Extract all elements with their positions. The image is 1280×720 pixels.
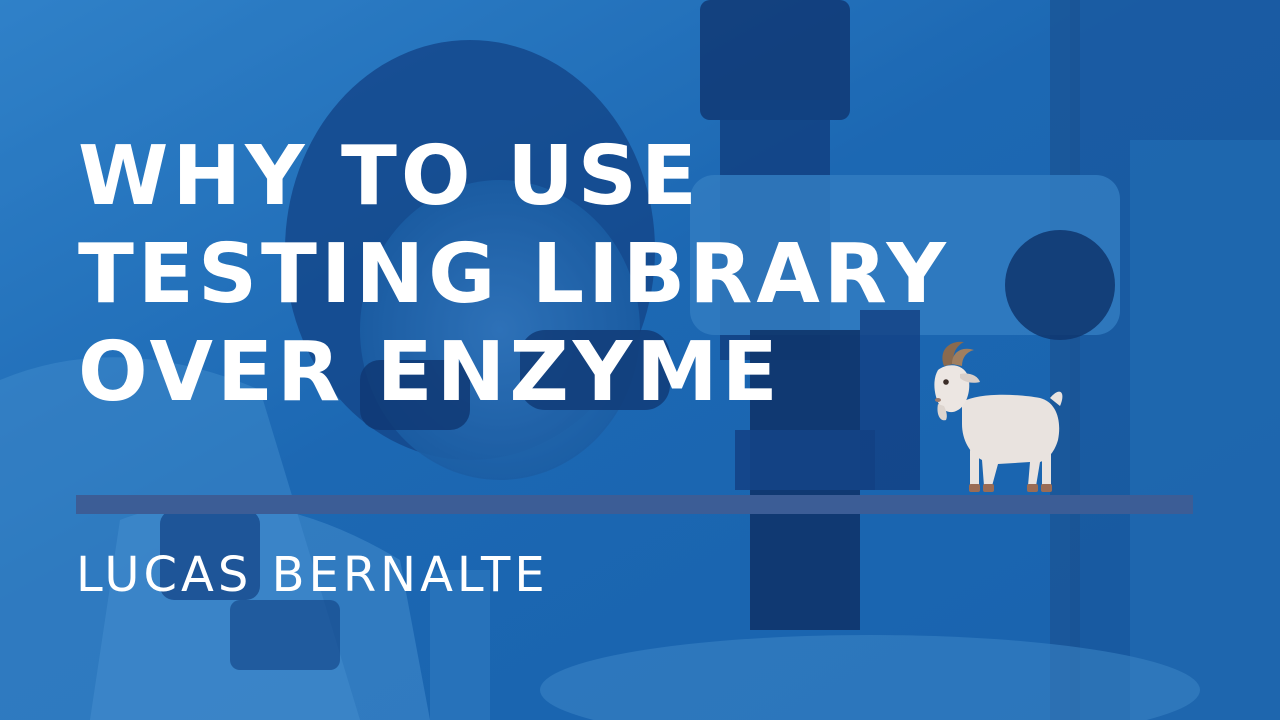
title-line-3: OVER ENZYME [78, 325, 782, 420]
slide-title: WHY TO USE TESTING LIBRARY OVER ENZYME [78, 128, 950, 422]
goat-icon [934, 341, 1063, 492]
divider-bar [76, 495, 1193, 514]
title-line-1: WHY TO USE [78, 129, 701, 224]
title-line-2: TESTING LIBRARY [78, 227, 950, 322]
author-name: LUCAS BERNALTE [76, 547, 549, 603]
title-banner: WHY TO USE TESTING LIBRARY OVER ENZYME L… [0, 0, 1280, 720]
